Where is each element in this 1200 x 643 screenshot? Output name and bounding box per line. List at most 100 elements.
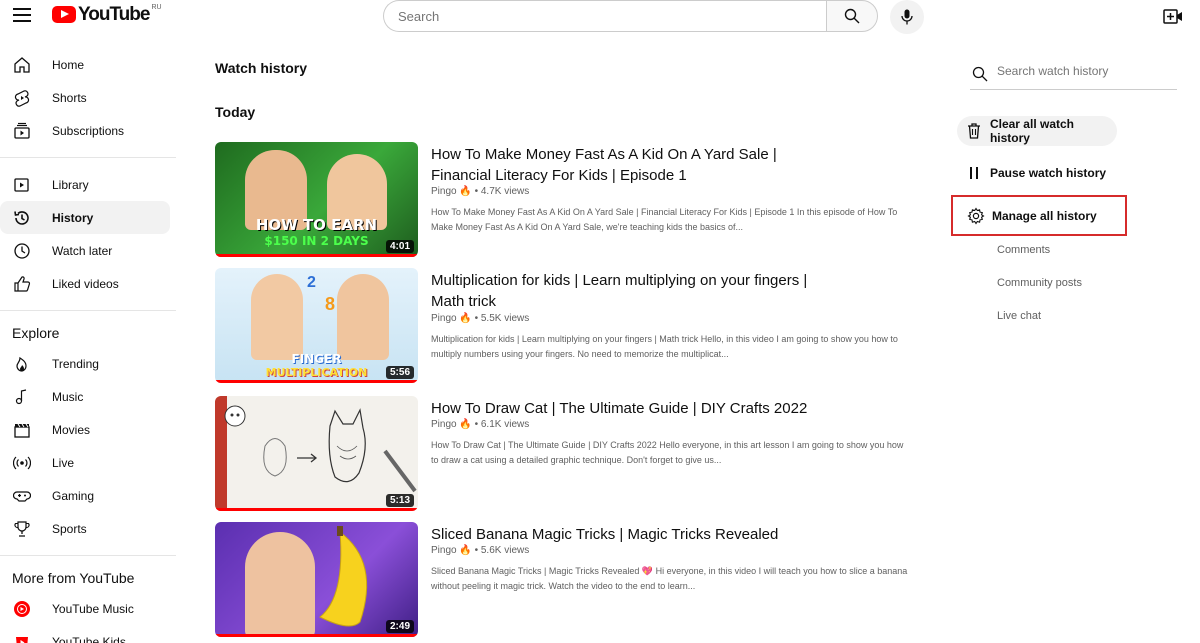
youtube-kids-icon	[13, 633, 31, 643]
video-thumbnail[interactable]: 2 8 FINGER MULTIPLICATION 5:56	[215, 268, 418, 383]
video-description: How To Draw Cat | The Ultimate Guide | D…	[431, 440, 904, 465]
sidebar-item-label: Music	[52, 389, 84, 404]
sidebar-item-gaming[interactable]: Gaming	[0, 479, 170, 512]
sidebar-item-label: Sports	[52, 521, 87, 536]
history-link-live-chat[interactable]: Live chat	[997, 310, 1041, 322]
sidebar-item-label: Subscriptions	[52, 123, 125, 138]
search-button[interactable]	[826, 0, 878, 32]
video-plus-icon	[1163, 9, 1182, 24]
thumbnail-caption: FINGER	[291, 352, 342, 366]
sidebar-divider	[0, 157, 176, 158]
manage-all-history-button[interactable]: Manage all history	[951, 195, 1127, 236]
channel-name[interactable]: Pingo	[431, 419, 457, 430]
pause-watch-history-button[interactable]: Pause watch history	[965, 158, 1106, 188]
video-row[interactable]: HOW TO EARN $150 IN 2 DAYS 4:01 How To M…	[215, 142, 915, 257]
sidebar-item-trending[interactable]: Trending	[0, 347, 170, 380]
history-link-comments[interactable]: Comments	[997, 244, 1050, 256]
video-title[interactable]: How To Draw Cat | The Ultimate Guide | D…	[431, 398, 831, 419]
sidebar-item-label: Trending	[52, 356, 99, 371]
country-code: RU	[151, 4, 162, 11]
sidebar: Home Shorts Subscriptions Library Histor…	[0, 48, 180, 643]
explore-heading: Explore	[12, 325, 60, 341]
fire-icon: 🔥	[459, 313, 472, 324]
logo-text: YouTube	[78, 4, 150, 25]
video-row[interactable]: 2 8 FINGER MULTIPLICATION 5:56 Multiplic…	[215, 268, 915, 383]
view-count: 4.7K views	[480, 186, 530, 197]
sidebar-item-library[interactable]: Library	[0, 168, 170, 201]
video-meta: Pingo 🔥 • 4.7K views	[431, 186, 529, 197]
create-video-button[interactable]	[1163, 8, 1183, 26]
sidebar-item-movies[interactable]: Movies	[0, 413, 170, 446]
watched-progress-bar	[215, 254, 418, 257]
thumbnail-person	[337, 274, 389, 360]
watch-history-search	[970, 58, 1177, 90]
fire-icon: 🔥	[459, 419, 472, 430]
video-thumbnail[interactable]: 5:13	[215, 396, 418, 511]
clock-icon	[13, 242, 31, 260]
sidebar-item-shorts[interactable]: Shorts	[0, 81, 170, 114]
hamburger-menu-icon[interactable]	[13, 8, 31, 24]
video-duration: 4:01	[385, 240, 414, 253]
view-count: 6.1K views	[480, 419, 530, 430]
watched-progress-bar	[215, 380, 418, 383]
channel-name[interactable]: Pingo	[431, 186, 457, 197]
trash-icon	[965, 122, 983, 140]
search-icon	[972, 66, 988, 82]
fire-icon: 🔥	[459, 186, 472, 197]
video-row[interactable]: 5:13 How To Draw Cat | The Ultimate Guid…	[215, 396, 915, 511]
video-title[interactable]: Sliced Banana Magic Tricks | Magic Trick…	[431, 524, 831, 545]
thumbs-up-icon	[13, 275, 31, 293]
video-row[interactable]: 2:49 Sliced Banana Magic Tricks | Magic …	[215, 522, 915, 637]
manage-label: Manage all history	[992, 208, 1097, 223]
movies-icon	[13, 421, 31, 439]
thumbnail-caption: HOW TO EARN	[255, 216, 378, 234]
video-meta: Pingo 🔥 • 5.5K views	[431, 313, 529, 324]
clear-all-watch-history-button[interactable]: Clear all watch history	[957, 116, 1117, 146]
gear-icon	[967, 206, 985, 225]
sidebar-item-watch-later[interactable]: Watch later	[0, 234, 170, 267]
watched-progress-bar	[215, 634, 418, 637]
sidebar-item-label: Watch later	[52, 243, 113, 258]
gaming-icon	[13, 487, 31, 505]
sidebar-item-liked-videos[interactable]: Liked videos	[0, 267, 170, 300]
channel-name[interactable]: Pingo	[431, 545, 457, 556]
video-duration: 2:49	[385, 620, 414, 633]
page-title: Watch history	[215, 60, 308, 76]
video-meta: Pingo 🔥 • 6.1K views	[431, 419, 529, 430]
sidebar-divider	[0, 310, 176, 311]
search-icon	[844, 8, 860, 24]
history-link-community-posts[interactable]: Community posts	[997, 277, 1082, 289]
video-thumbnail[interactable]: 2:49	[215, 522, 418, 637]
sidebar-item-history[interactable]: History	[0, 201, 170, 234]
voice-search-button[interactable]	[890, 0, 924, 34]
sidebar-item-label: YouTube Music	[52, 601, 134, 616]
video-title[interactable]: Multiplication for kids | Learn multiply…	[431, 270, 831, 312]
sidebar-item-home[interactable]: Home	[0, 48, 170, 81]
youtube-play-icon	[52, 6, 76, 23]
youtube-music-icon	[13, 600, 31, 618]
video-duration: 5:13	[385, 494, 414, 507]
search-watch-history-input[interactable]	[997, 64, 1167, 78]
search-bar	[383, 0, 878, 32]
search-input[interactable]	[383, 0, 826, 32]
watched-progress-bar	[215, 508, 418, 511]
sidebar-item-sports[interactable]: Sports	[0, 512, 170, 545]
pause-label: Pause watch history	[990, 166, 1107, 180]
sidebar-item-music[interactable]: Music	[0, 380, 170, 413]
sidebar-item-live[interactable]: Live	[0, 446, 170, 479]
sidebar-item-subscriptions[interactable]: Subscriptions	[0, 114, 170, 147]
sidebar-item-youtube-kids[interactable]: YouTube Kids	[0, 625, 170, 643]
top-bar: YouTube RU	[0, 0, 1200, 34]
history-icon	[13, 209, 31, 227]
pause-icon	[965, 164, 983, 182]
trophy-icon	[13, 520, 31, 538]
youtube-logo[interactable]: YouTube RU	[52, 4, 162, 25]
thumbnail-number: 8	[325, 294, 336, 314]
sidebar-item-youtube-music[interactable]: YouTube Music	[0, 592, 170, 625]
sidebar-item-label: Library	[52, 177, 89, 192]
view-count: 5.5K views	[480, 313, 530, 324]
video-title[interactable]: How To Make Money Fast As A Kid On A Yar…	[431, 144, 831, 186]
channel-name[interactable]: Pingo	[431, 313, 457, 324]
sidebar-item-label: Liked videos	[52, 276, 119, 291]
video-thumbnail[interactable]: HOW TO EARN $150 IN 2 DAYS 4:01	[215, 142, 418, 257]
